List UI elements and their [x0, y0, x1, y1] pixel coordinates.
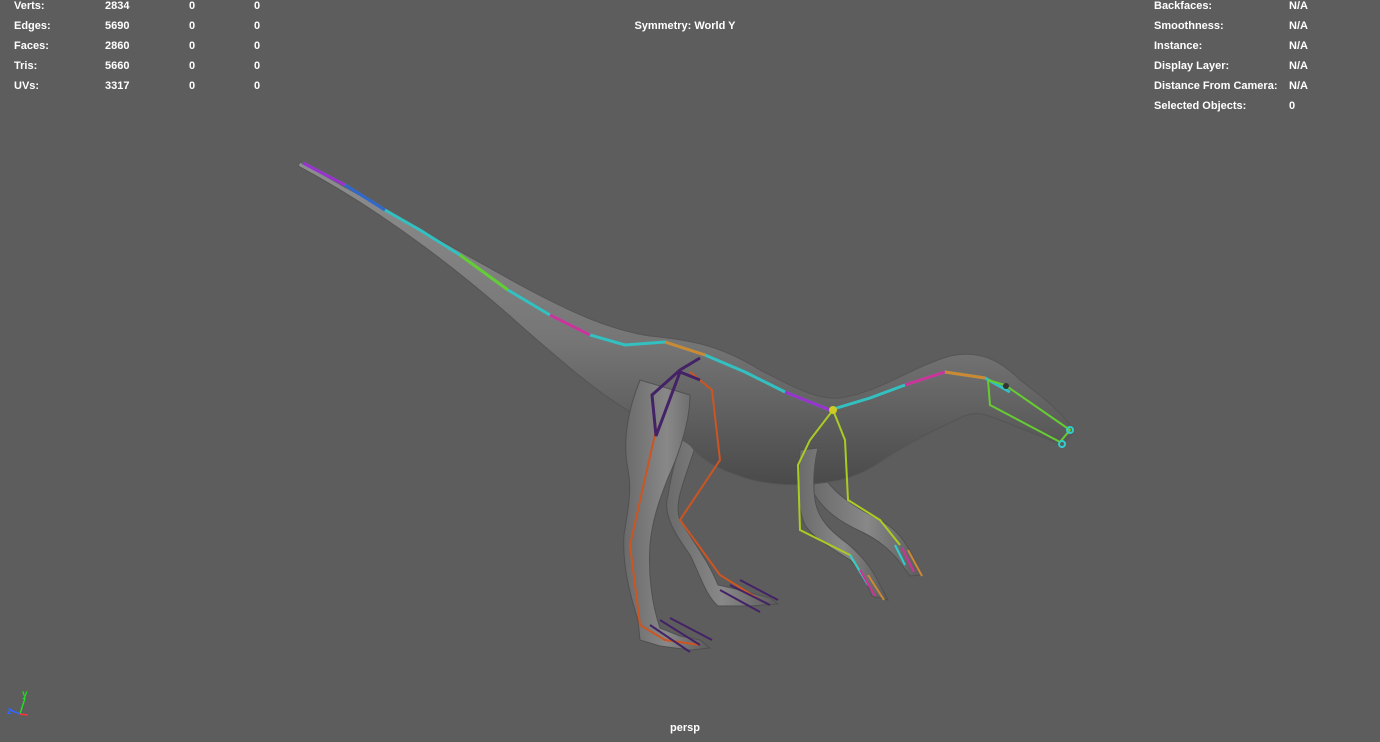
tris-row: Tris: 5660 0 0: [14, 56, 284, 76]
instance-label: Instance:: [1154, 40, 1203, 52]
z-axis-label: z: [7, 706, 12, 717]
backfaces-label: Backfaces:: [1154, 0, 1213, 12]
display-layer-row: Display Layer: N/A: [1154, 56, 1374, 76]
distance-value: N/A: [1289, 80, 1308, 92]
selected-objects-row: Selected Objects: 0: [1154, 96, 1374, 116]
poly-count-hud: Verts: 2834 0 0 Edges: 5690 0 0 Faces: 2…: [14, 0, 284, 96]
dinosaur-body-mesh[interactable]: [297, 161, 1075, 486]
selected-objects-label: Selected Objects:: [1154, 100, 1247, 112]
smoothness-label: Smoothness:: [1154, 20, 1224, 32]
uvs-other: 0: [254, 80, 261, 92]
tris-other: 0: [254, 60, 261, 72]
uvs-row: UVs: 3317 0 0: [14, 76, 284, 96]
faces-row: Faces: 2860 0 0: [14, 36, 284, 56]
verts-selected: 0: [189, 0, 196, 12]
backfaces-row: Backfaces: N/A: [1154, 0, 1374, 16]
tail-joint-2[interactable]: [344, 183, 386, 212]
faces-value: 2860: [105, 40, 130, 52]
display-layer-value: N/A: [1289, 60, 1308, 72]
tris-value: 5660: [105, 60, 130, 72]
uvs-label: UVs:: [14, 80, 40, 92]
verts-label: Verts:: [14, 0, 45, 12]
distance-row: Distance From Camera: N/A: [1154, 76, 1374, 96]
uvs-selected: 0: [189, 80, 196, 92]
display-layer-label: Display Layer:: [1154, 60, 1230, 72]
object-info-hud: Backfaces: N/A Smoothness: N/A Instance:…: [1154, 0, 1374, 116]
verts-value: 2834: [105, 0, 130, 12]
smoothness-row: Smoothness: N/A: [1154, 16, 1374, 36]
selected-objects-value: 0: [1289, 100, 1296, 112]
tris-label: Tris:: [14, 60, 38, 72]
y-axis-label: y: [22, 689, 28, 700]
verts-row: Verts: 2834 0 0: [14, 0, 284, 16]
shoulder-joint[interactable]: [829, 406, 837, 414]
jaw-lower-tip-joint[interactable]: [1058, 440, 1066, 448]
far-front-arm-mesh[interactable]: [811, 468, 923, 577]
faces-label: Faces:: [14, 40, 49, 52]
y-axis-line: [19, 697, 26, 715]
camera-name-label: persp: [670, 722, 700, 734]
smoothness-value: N/A: [1289, 20, 1308, 32]
backfaces-value: N/A: [1289, 0, 1308, 12]
distance-label: Distance From Camera:: [1154, 80, 1278, 92]
viewport-persp[interactable]: Verts: 2834 0 0 Edges: 5690 0 0 Faces: 2…: [0, 0, 1380, 742]
faces-selected: 0: [189, 40, 196, 52]
axis-gizmo-icon: y z: [7, 689, 29, 717]
eye-joint[interactable]: [1003, 383, 1009, 389]
instance-row: Instance: N/A: [1154, 36, 1374, 56]
uvs-value: 3317: [105, 80, 130, 92]
faces-other: 0: [254, 40, 261, 52]
verts-other: 0: [254, 0, 261, 12]
instance-value: N/A: [1289, 40, 1308, 52]
x-axis-line: [19, 713, 29, 716]
tail-tip-joint[interactable]: [302, 161, 346, 187]
tris-selected: 0: [189, 60, 196, 72]
